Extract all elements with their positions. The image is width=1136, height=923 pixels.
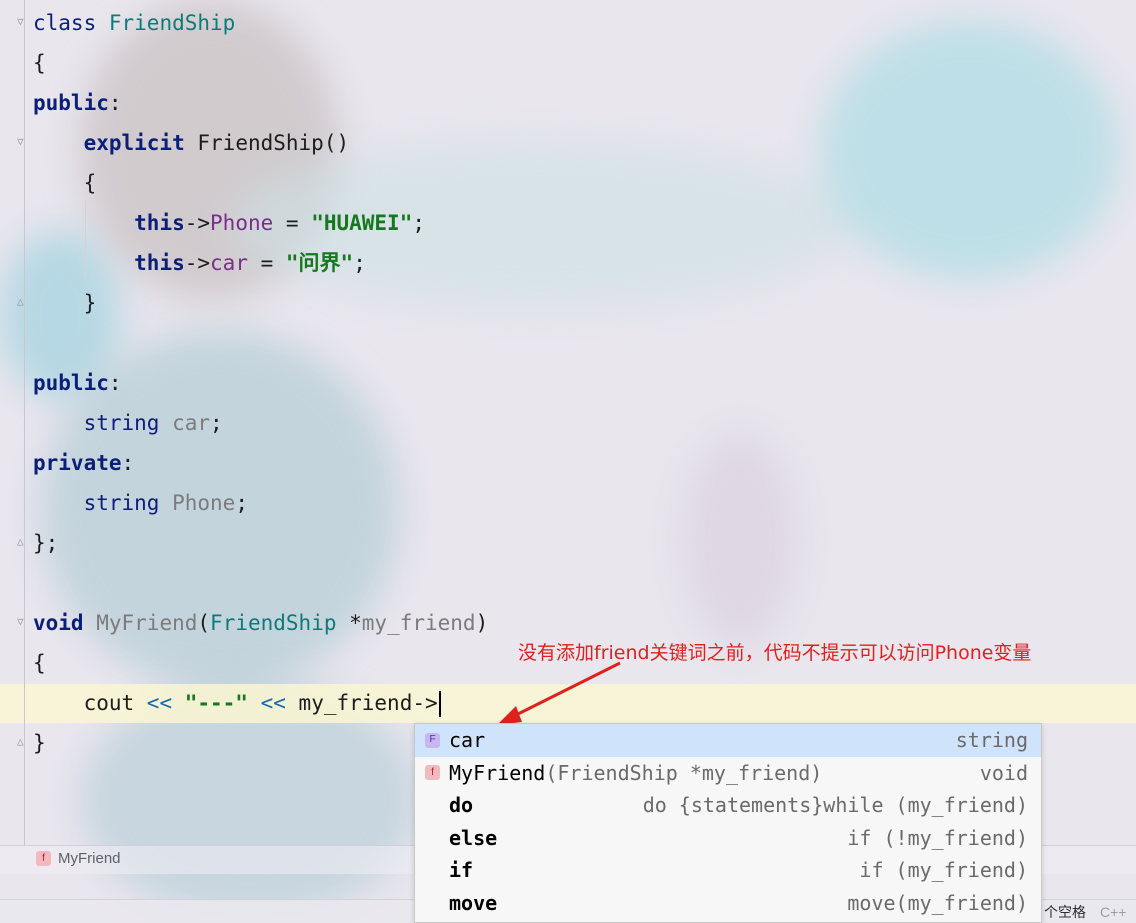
breadcrumb-label: MyFriend (58, 850, 121, 867)
completion-popup[interactable]: F car string f MyFriend (FriendShip *my_f… (414, 723, 1042, 923)
completion-item-move[interactable]: move move(my_friend) (415, 887, 1041, 920)
indent-setting[interactable]: 个空格 (1044, 904, 1086, 920)
completion-item-myfriend[interactable]: f MyFriend (FriendShip *my_friend) void (415, 757, 1041, 790)
function-icon: f (425, 765, 440, 781)
completion-item-car[interactable]: F car string (415, 724, 1041, 757)
language-indicator[interactable]: C++ (1100, 904, 1126, 920)
completion-item-else[interactable]: else if (!my_friend) (415, 822, 1041, 855)
completion-item-do[interactable]: do do {statements}while (my_friend) (415, 789, 1041, 822)
completion-item-if[interactable]: if if (my_friend) (415, 854, 1041, 887)
status-bar-right: 个空格 C++ (1044, 902, 1126, 922)
function-icon: f (36, 851, 51, 866)
field-icon: F (425, 732, 440, 748)
breadcrumb[interactable]: f MyFriend (36, 850, 121, 867)
